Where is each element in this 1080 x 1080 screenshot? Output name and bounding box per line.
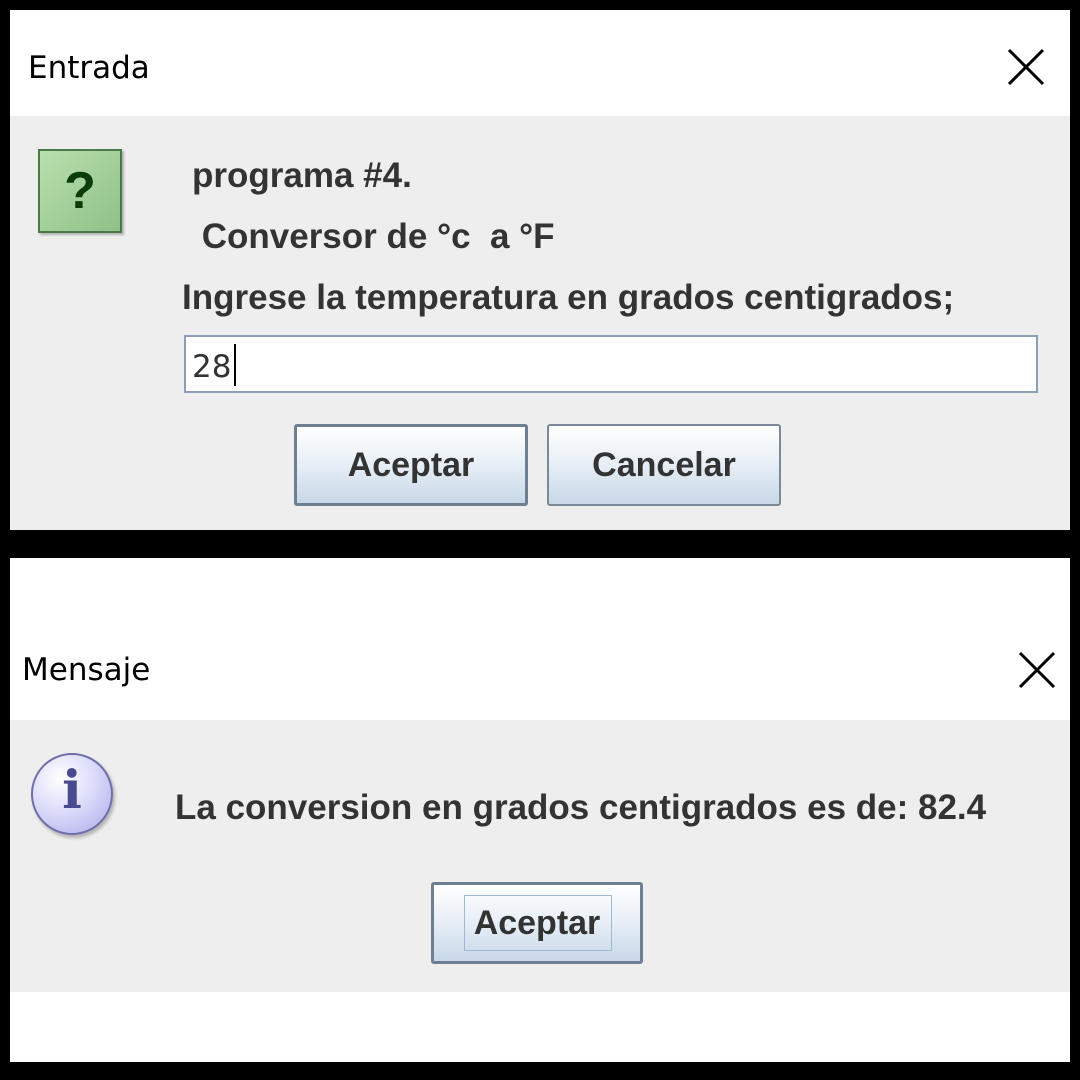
ok-button-label: Aceptar <box>473 903 601 942</box>
temperature-input[interactable]: 28 <box>184 335 1038 393</box>
prompt-label: Ingrese la temperatura en grados centigr… <box>182 278 955 317</box>
input-dialog: Entrada ? programa #4. Conversor de °c a… <box>10 10 1070 530</box>
accept-button-label: Aceptar <box>347 445 475 484</box>
message-dialog-titlebar[interactable]: Mensaje <box>10 558 1070 720</box>
info-icon: i <box>31 753 113 835</box>
question-glyph: ? <box>64 162 96 220</box>
input-dialog-body: ? programa #4. Conversor de °c a °F Ingr… <box>10 116 1070 530</box>
accept-button[interactable]: Aceptar <box>294 424 528 506</box>
text-caret <box>234 344 236 386</box>
close-icon[interactable] <box>1005 46 1047 88</box>
program-title-text: programa #4. <box>192 156 412 195</box>
temperature-input-value: 28 <box>192 349 232 385</box>
cancel-button-label: Cancelar <box>592 445 736 484</box>
message-dialog-bottom-area <box>10 992 1070 1062</box>
conversion-result-text: La conversion en grados centigrados es d… <box>175 788 987 827</box>
info-glyph: i <box>62 760 82 821</box>
ok-button[interactable]: Aceptar <box>431 882 643 964</box>
message-dialog-title: Mensaje <box>22 652 151 688</box>
input-dialog-titlebar[interactable]: Entrada <box>10 10 1070 116</box>
converter-subtitle-text: Conversor de °c a °F <box>192 217 555 256</box>
message-dialog: Mensaje i La conversion en grados centig… <box>10 558 1070 1062</box>
cancel-button[interactable]: Cancelar <box>547 424 781 506</box>
input-dialog-title: Entrada <box>28 50 150 86</box>
close-icon[interactable] <box>1016 649 1058 691</box>
message-dialog-body: i La conversion en grados centigrados es… <box>10 720 1070 992</box>
question-icon: ? <box>38 149 122 233</box>
